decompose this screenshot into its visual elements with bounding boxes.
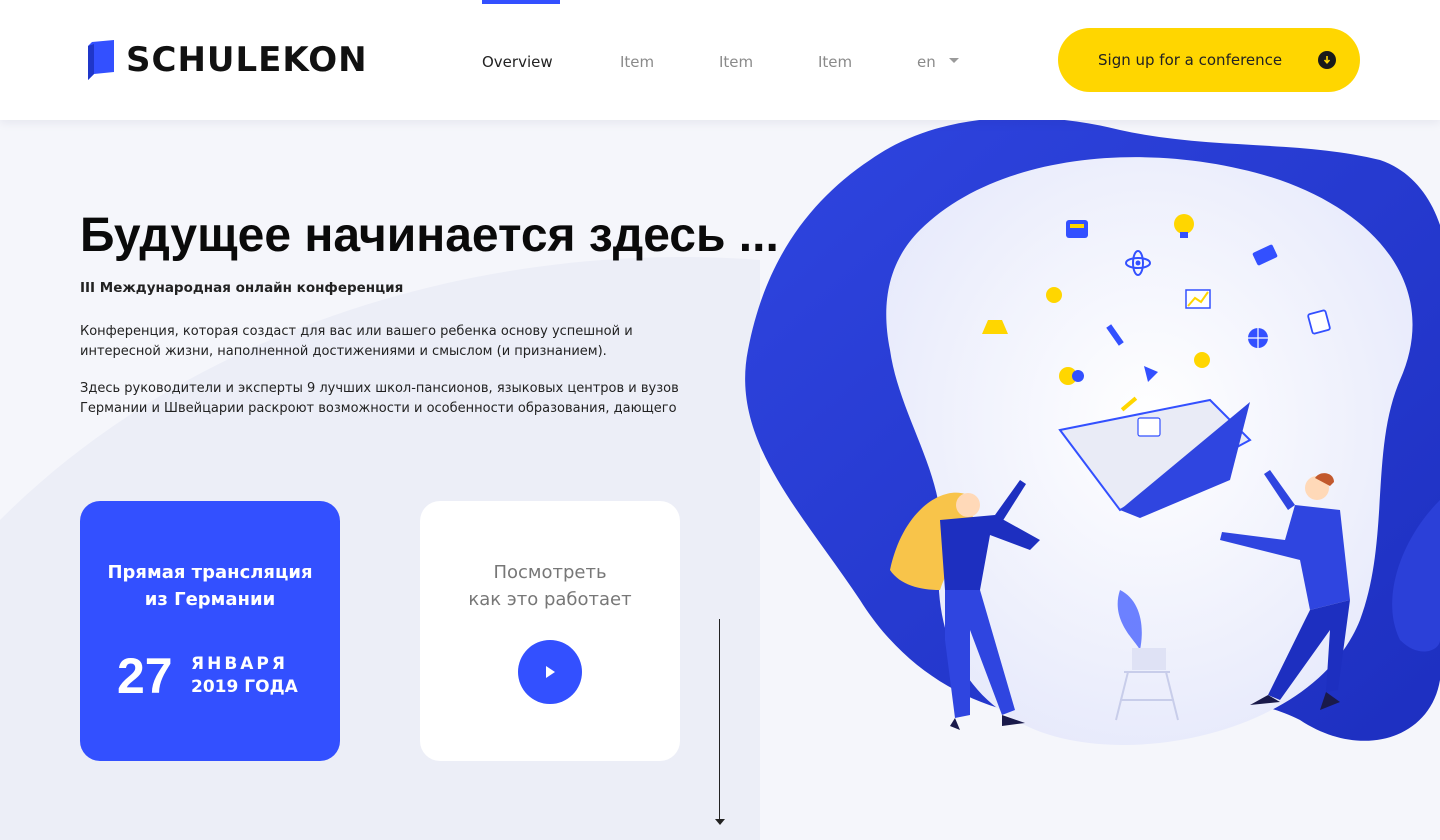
- live-stream-title: Прямая трансляция из Германии: [107, 562, 313, 610]
- top-header: SCHULEKON Overview Item Item Item en Sig…: [0, 0, 1440, 120]
- video-card[interactable]: Посмотреть как это работает: [420, 501, 680, 761]
- hero-title: Будущее начинается здесь ...: [80, 209, 779, 262]
- event-day: 27: [117, 648, 173, 704]
- hero-illustration: [745, 120, 1440, 745]
- video-card-title: Посмотреть как это работает: [468, 562, 632, 610]
- arrow-down-icon: [715, 819, 725, 825]
- live-stream-card[interactable]: Прямая трансляция из Германии: [80, 501, 340, 761]
- hero-paragraph-1: Конференция, которая создаст для вас или…: [80, 324, 633, 359]
- event-year: 2019 ГОДА: [191, 677, 298, 697]
- language-selector[interactable]: en: [917, 52, 936, 72]
- play-icon: [546, 666, 555, 678]
- scroll-indicator-line: [719, 619, 720, 819]
- event-month: ЯНВАРЯ: [191, 654, 288, 674]
- hero-paragraph-2: Здесь руководители и эксперты 9 лучших ш…: [80, 381, 679, 416]
- active-nav-indicator: [482, 0, 560, 4]
- nav-item-2[interactable]: Item: [719, 52, 753, 72]
- signup-button-label: Sign up for a conference: [1098, 51, 1283, 69]
- nav-item-overview[interactable]: Overview: [482, 52, 553, 72]
- chevron-down-icon[interactable]: [949, 58, 959, 63]
- signup-button[interactable]: Sign up for a conference: [1058, 28, 1360, 92]
- play-button[interactable]: [518, 640, 582, 704]
- nav-item-1[interactable]: Item: [620, 52, 654, 72]
- hero-subtitle: III Международная онлайн конференция: [80, 280, 404, 296]
- arrow-down-icon: [1318, 51, 1336, 69]
- logo[interactable]: SCHULEKON: [86, 40, 368, 80]
- book-logo-icon: [88, 40, 114, 80]
- logo-text: SCHULEKON: [126, 40, 368, 80]
- nav-item-3[interactable]: Item: [818, 52, 852, 72]
